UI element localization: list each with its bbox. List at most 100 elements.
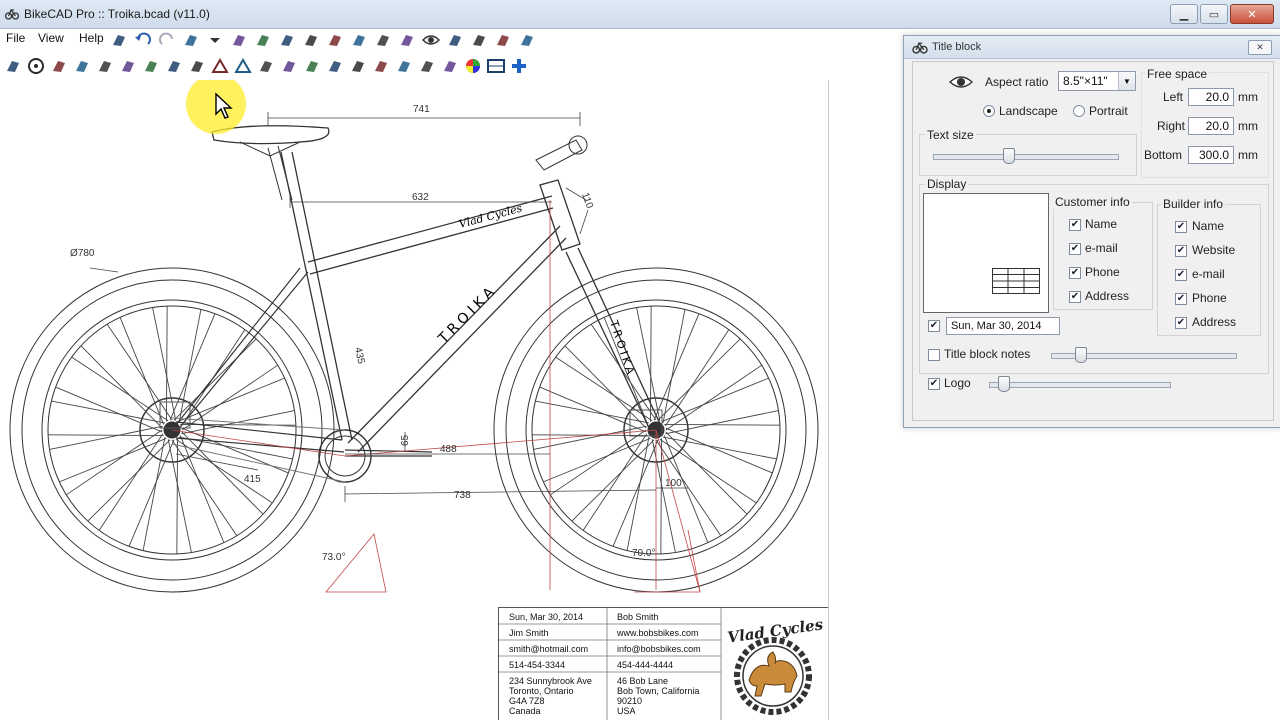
stem-icon[interactable] [71,56,93,76]
tubing-icon[interactable] [444,30,466,50]
drawing-canvas[interactable]: Vlad Cycles TROIKA TROIKA 741 632 110 Ø7… [0,80,829,720]
seatpost-icon[interactable] [140,56,162,76]
dim-741-label: 741 [413,104,430,115]
light-icon[interactable] [416,56,438,76]
frame-view-icon[interactable] [180,30,202,50]
gear-icon[interactable] [324,30,346,50]
spoke [49,425,163,450]
spoke [177,377,285,423]
derailleur-icon[interactable] [324,56,346,76]
notes-slider-thumb[interactable] [1075,347,1088,363]
builder-phone-label: Phone [1192,291,1227,305]
minimize-button[interactable]: ▁ [1170,4,1198,24]
spoke [152,307,177,421]
maximize-button[interactable]: ▭ [1200,4,1228,24]
wheel-icon[interactable] [25,56,47,76]
spoke [543,437,651,483]
redo-icon[interactable] [156,30,178,50]
kickstand-icon[interactable] [439,56,461,76]
tb-builder-website: www.bobsbikes.com [617,628,699,638]
paint-icon[interactable] [396,30,418,50]
stem [535,139,583,171]
customer-phone-checkbox[interactable]: ✔ [1069,267,1081,279]
frame-triangle-icon[interactable] [209,56,231,76]
pen-icon[interactable] [2,56,24,76]
portrait-radio[interactable] [1073,105,1085,117]
right-margin-input[interactable]: 20.0 [1188,117,1234,135]
aspect-ratio-select[interactable]: 8.5"×11" ▼ [1058,71,1136,91]
menu-help[interactable]: Help [79,31,104,45]
eye-icon[interactable] [949,74,973,90]
undo-icon[interactable] [132,30,154,50]
seatpost [267,145,293,201]
chevron-down-icon[interactable]: ▼ [1118,72,1135,90]
notes-checkbox[interactable] [928,349,940,361]
export-icon[interactable] [516,30,538,50]
dim-100-label: 100 [665,478,682,489]
builder-email-checkbox[interactable]: ✔ [1175,269,1187,281]
display-label: Display [925,177,969,191]
check-icon[interactable] [468,30,490,50]
aspect-ratio-value: 8.5"×11" [1063,74,1108,88]
landscape-radio[interactable] [983,105,995,117]
menu-view[interactable]: View [38,31,64,45]
print-icon[interactable] [492,30,514,50]
portrait-label: Portrait [1089,104,1128,118]
builder-website-checkbox[interactable]: ✔ [1175,245,1187,257]
spoke [582,433,648,531]
spoke [661,377,769,423]
menu-file[interactable]: File [6,31,25,45]
bottle-icon[interactable] [255,56,277,76]
logo-checkbox[interactable]: ✔ [928,378,940,390]
tb-customer-email: smith@hotmail.com [509,644,589,654]
title-block-icon[interactable] [485,56,507,76]
tube-icon[interactable] [252,30,274,50]
customer-email-label: e-mail [1085,241,1118,255]
dialog-close-button[interactable]: ✕ [1248,40,1272,55]
pedal-icon[interactable] [186,56,208,76]
dimension-icon[interactable] [300,30,322,50]
dropdown-icon[interactable] [204,30,226,50]
eye-icon[interactable] [420,30,442,50]
mouse-cursor-icon [215,92,233,119]
logo-slider[interactable] [989,382,1171,388]
customer-address-checkbox[interactable]: ✔ [1069,291,1081,303]
fender-icon[interactable] [370,56,392,76]
bottle-cage-icon[interactable] [228,30,250,50]
add-icon[interactable] [508,56,530,76]
customer-email-checkbox[interactable]: ✔ [1069,243,1081,255]
spoke [179,435,225,543]
text-size-slider-thumb[interactable] [1002,148,1015,164]
spoke [178,436,293,460]
template-icon[interactable] [108,30,130,50]
color-wheel-icon[interactable] [462,56,484,76]
builder-address-checkbox[interactable]: ✔ [1175,317,1187,329]
logo-slider-thumb[interactable] [997,376,1010,392]
close-button[interactable]: ✕ [1230,4,1274,24]
rack-icon[interactable] [393,56,415,76]
spoke [662,436,777,460]
spoke [165,306,168,422]
builder-phone-checkbox[interactable]: ✔ [1175,293,1187,305]
decal-icon[interactable] [372,30,394,50]
left-margin-input[interactable]: 20.0 [1188,88,1234,106]
builder-name-checkbox[interactable]: ✔ [1175,221,1187,233]
headset-icon[interactable] [117,56,139,76]
tb-builder-address-4: USA [617,706,636,716]
chainline-icon[interactable] [348,30,370,50]
fork-icon[interactable] [276,30,298,50]
fork-blade-icon[interactable] [48,56,70,76]
dropout-icon[interactable] [278,56,300,76]
date-field[interactable]: Sun, Mar 30, 2014 [946,317,1060,335]
brake-icon[interactable] [347,56,369,76]
text-size-slider[interactable] [933,154,1119,160]
customer-name-checkbox[interactable]: ✔ [1069,219,1081,231]
main-toolbar [108,28,628,52]
tb-builder-address-1: 46 Bob Lane [617,676,669,686]
saddle-icon[interactable] [163,56,185,76]
rear-triangle-icon[interactable] [232,56,254,76]
handlebar-icon[interactable] [94,56,116,76]
crank-icon[interactable] [301,56,323,76]
date-checkbox[interactable]: ✔ [928,320,940,332]
bottom-margin-input[interactable]: 300.0 [1188,146,1234,164]
